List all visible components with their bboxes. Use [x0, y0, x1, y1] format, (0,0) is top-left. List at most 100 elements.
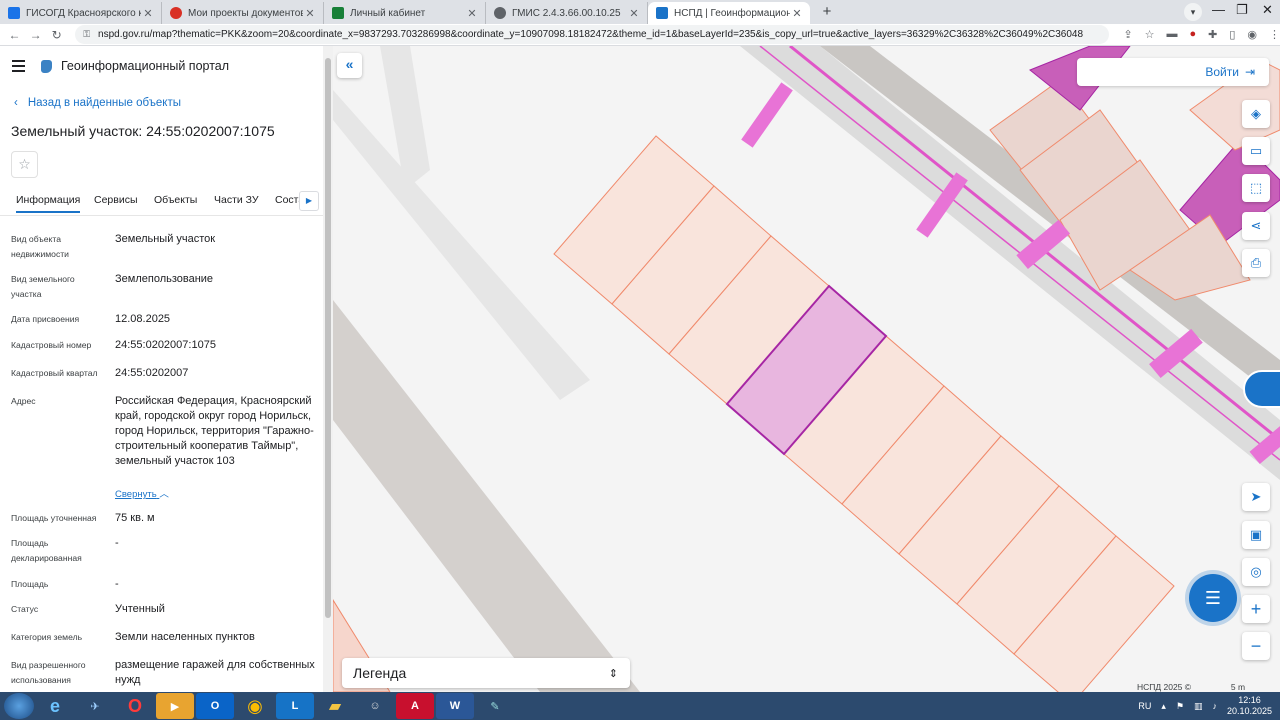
field-value: Учтенный	[115, 603, 165, 615]
tray-arrow-icon[interactable]: ▴	[1161, 701, 1166, 712]
chat-icon[interactable]: ☰	[1189, 574, 1237, 622]
close-icon[interactable]: ✕	[790, 7, 804, 20]
map-copyright: НСПД 2025 ©	[1137, 682, 1192, 692]
chevron-left-icon: ‹	[14, 97, 18, 109]
flag-icon[interactable]: ⚑	[1176, 701, 1184, 712]
zoom-out-button[interactable]: −	[1242, 632, 1270, 660]
minimize-icon[interactable]: —	[1212, 2, 1225, 17]
tabs-scroll-right-icon[interactable]: ▶	[299, 191, 319, 211]
extension-icon[interactable]: ▬	[1166, 28, 1177, 41]
extensions-puzzle-icon[interactable]: ✚	[1208, 28, 1217, 41]
favorite-star-button[interactable]: ☆	[11, 151, 38, 178]
close-icon[interactable]: ✕	[627, 7, 641, 20]
language-indicator[interactable]: RU	[1138, 701, 1151, 711]
map-svg	[333, 46, 1280, 692]
login-button[interactable]: Войти ⇥	[1077, 58, 1269, 86]
field-label: Категория земель	[11, 632, 83, 642]
panel-scrollbar[interactable]	[323, 46, 333, 692]
site-info-icon[interactable]: ⚿	[83, 29, 90, 40]
restore-icon[interactable]: ❐	[1236, 2, 1248, 18]
clock-time: 12:16	[1238, 695, 1261, 705]
app-icon[interactable]: ☺	[356, 693, 394, 719]
zoom-in-button[interactable]: +	[1242, 595, 1270, 623]
back-to-results-link[interactable]: ‹ Назад в найденные объекты	[14, 97, 181, 109]
ruler-icon[interactable]: ▭	[1242, 137, 1270, 165]
back-label: Назад в найденные объекты	[27, 97, 182, 109]
page-title: Земельный участок: 24:55:0202007:1075	[11, 123, 275, 139]
window-close-icon[interactable]: ✕	[1262, 2, 1273, 18]
geolocation-icon[interactable]: ◎	[1242, 558, 1270, 586]
field-label: Вид земельного участка	[11, 274, 75, 299]
locate-me-icon[interactable]: ➤	[1242, 483, 1270, 511]
volume-icon[interactable]: ♪	[1212, 701, 1217, 711]
lync-icon[interactable]: L	[276, 693, 314, 719]
side-panel-icon[interactable]: ▯	[1229, 28, 1235, 41]
layers-icon[interactable]: ◈	[1242, 100, 1270, 128]
opera-icon[interactable]: O	[116, 693, 154, 719]
portal-logo-icon	[41, 59, 52, 73]
app-header: Геоинформационный портал	[0, 46, 323, 86]
minimap-icon[interactable]: ▣	[1242, 521, 1270, 549]
outlook-icon[interactable]: O	[196, 693, 234, 719]
field-label: Площадь	[11, 579, 49, 589]
browser-tab-nspd[interactable]: НСПД | Геоинформационный п✕	[648, 2, 810, 24]
collapse-address-link[interactable]: Свернуть ︿	[115, 486, 169, 500]
reload-icon[interactable]: ↻	[46, 28, 67, 42]
forward-arrow-icon[interactable]: →	[25, 28, 46, 42]
network-icon[interactable]: ▥	[1194, 701, 1203, 712]
chrome-icon[interactable]: ◉	[236, 693, 274, 719]
new-tab-button[interactable]: +	[816, 1, 838, 23]
select-area-icon[interactable]: ⬚	[1242, 174, 1270, 202]
tab-objects[interactable]: Объекты	[154, 194, 197, 206]
tab-favicon-icon	[332, 7, 344, 19]
paint-icon[interactable]: ✎	[476, 693, 514, 719]
browser-tab-gmis[interactable]: ГМИС 2.4.3.66.00.10.25 ✕	[486, 2, 648, 24]
field-value: Земельный участок	[115, 233, 216, 245]
field-value: Российская Федерация, Красноярский край,…	[115, 395, 314, 467]
media-player-icon[interactable]: ▶	[156, 693, 194, 719]
bookmark-star-icon[interactable]: ☆	[1145, 28, 1155, 41]
share-page-icon[interactable]: ⇪	[1123, 28, 1132, 41]
field-label: Кадастровый номер	[11, 340, 92, 350]
app-title: Геоинформационный портал	[61, 59, 230, 73]
field-label: Кадастровый квартал	[11, 368, 98, 378]
browser-tab-projects[interactable]: Мои проекты документов ✕	[162, 2, 324, 24]
menu-icon[interactable]	[12, 60, 25, 72]
legend-button[interactable]: Легенда ⇕	[342, 658, 630, 688]
acrobat-icon[interactable]: A	[396, 693, 434, 719]
bird-app-icon[interactable]: ✈	[76, 693, 114, 719]
field-value: -	[115, 578, 119, 590]
browser-tab-gisogd[interactable]: ГИСОГД Красноярского края✕	[0, 2, 162, 24]
explorer-folder-icon[interactable]: ▰	[316, 693, 354, 719]
extension-icon[interactable]: ●	[1189, 28, 1196, 41]
field-label: Вид разрешенного использования	[11, 660, 86, 685]
field-value: Земли населенных пунктов	[115, 631, 255, 643]
collapse-panel-button[interactable]: «	[337, 53, 362, 78]
tab-parts[interactable]: Части ЗУ	[214, 194, 259, 206]
side-widget-icon[interactable]	[1243, 370, 1280, 408]
back-arrow-icon[interactable]: ←	[4, 28, 25, 42]
close-icon[interactable]: ✕	[141, 7, 155, 20]
tab-title: Личный кабинет	[350, 7, 426, 19]
word-icon[interactable]: W	[436, 693, 474, 719]
tab-search-chevron-icon[interactable]: ▾	[1184, 3, 1202, 21]
tab-favicon-icon	[494, 7, 506, 19]
close-icon[interactable]: ✕	[303, 7, 317, 20]
tab-services[interactable]: Сервисы	[94, 194, 138, 206]
map-canvas[interactable]	[333, 46, 1280, 692]
browser-menu-icon[interactable]: ⋮	[1269, 28, 1280, 41]
clock[interactable]: 12:16 20.10.2025	[1227, 695, 1272, 717]
field-label: Вид объекта недвижимости	[11, 234, 69, 259]
start-button-icon[interactable]	[4, 693, 34, 719]
tab-title: НСПД | Геоинформационный п	[674, 7, 790, 19]
address-bar[interactable]: ⚿ nspd.gov.ru/map?thematic=PKK&zoom=20&c…	[75, 25, 1110, 44]
ie-icon[interactable]: e	[36, 693, 74, 719]
browser-tab-cabinet[interactable]: Личный кабинет ✕	[324, 2, 486, 24]
print-icon[interactable]: ⎙	[1242, 249, 1270, 277]
profile-icon[interactable]: ◉	[1247, 28, 1257, 41]
os-taskbar: e ✈ O ▶ O ◉ L ▰ ☺ A W ✎ RU ▴ ⚑ ▥ ♪ 12:16…	[0, 692, 1280, 720]
close-icon[interactable]: ✕	[465, 7, 479, 20]
scrollbar-thumb[interactable]	[325, 58, 331, 618]
share-icon[interactable]: ⋖	[1242, 212, 1270, 240]
tab-information[interactable]: Информация	[16, 194, 81, 213]
